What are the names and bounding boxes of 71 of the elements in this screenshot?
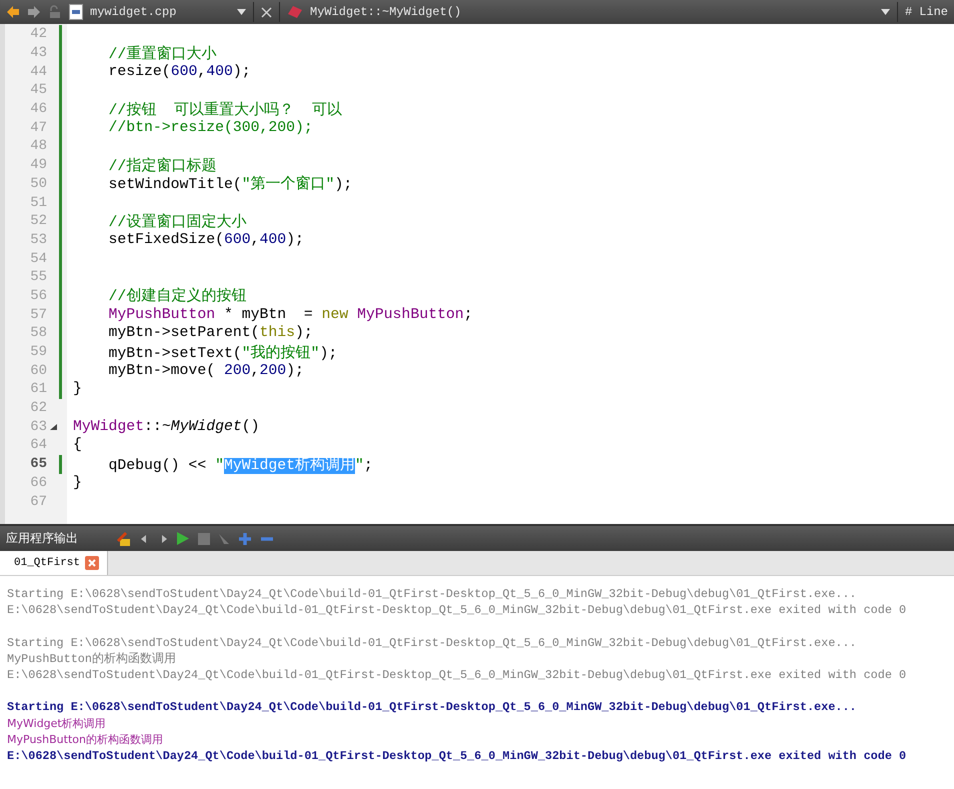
line-number: 52 <box>29 213 47 230</box>
lock-icon[interactable] <box>48 5 62 19</box>
close-icon[interactable] <box>85 556 100 570</box>
code-line: //指定窗口标题 <box>108 156 216 175</box>
line-number: 55 <box>29 269 47 286</box>
code-line: setFixedSize(600,400); <box>108 232 304 248</box>
output-line: E:\0628\sendToStudent\Day24_Qt\Code\build-01_QtFirst-Desktop_Qt_5_6_0_MinGW_32bit-Debug\debug\01_QtFirst.exe exited with code 0 <box>7 667 908 684</box>
line-number: 53 <box>29 232 47 248</box>
function-icon <box>287 5 303 19</box>
line-number: 47 <box>29 120 47 136</box>
line-number: 65 <box>29 456 47 472</box>
code-line: //创建自定义的按钮 <box>108 286 246 306</box>
output-tab[interactable]: 01_QtFirst <box>0 551 108 575</box>
output-line: E:\0628\sendToStudent\Day24_Qt\Code\build-01_QtFirst-Desktop_Qt_5_6_0_MinGW_32bit-Debug\debug\01_QtFirst.exe exited with code 0 <box>7 748 908 765</box>
plus-icon[interactable] <box>238 532 252 546</box>
output-line: Starting E:\0628\sendToStudent\Day24_Qt\Code\build-01_QtFirst-Desktop_Qt_5_6_0_MinGW_32bit-Debug\debug\01_QtFirst.exe... <box>7 699 858 716</box>
line-number: 60 <box>29 362 47 379</box>
broom-icon[interactable] <box>116 530 132 546</box>
line-number: 48 <box>29 138 47 154</box>
forward-arrow-icon[interactable] <box>27 5 41 19</box>
code-line: resize(600,400); <box>108 64 251 80</box>
code-line: //按钮 可以重置大小吗？ 可以 <box>108 100 342 119</box>
code-line: myBtn->setParent(this); <box>108 325 313 342</box>
output-line: Starting E:\0628\sendToStudent\Day24_Qt\Code\build-01_QtFirst-Desktop_Qt_5_6_0_MinGW_32bit-Debug\debug\01_QtFirst.exe... <box>7 634 858 651</box>
line-number: 59 <box>29 344 47 360</box>
pane-title: 应用程序输出 <box>6 530 79 547</box>
symbol-selector[interactable]: MyWidget::~MyWidget() <box>310 5 462 19</box>
run-icon[interactable] <box>176 531 190 546</box>
back-arrow-icon[interactable] <box>6 5 20 19</box>
line-number: 44 <box>29 64 47 80</box>
line-number: 46 <box>29 101 47 118</box>
line-number: 45 <box>29 82 47 98</box>
output-line: Starting E:\0628\sendToStudent\Day24_Qt\Code\build-01_QtFirst-Desktop_Qt_5_6_0_MinGW_32bit-Debug\debug\01_QtFirst.exe... <box>7 586 858 602</box>
code-line: //btn->resize(300,200); <box>108 120 313 136</box>
line-number: 42 <box>29 26 47 42</box>
line-number: 66 <box>29 474 47 491</box>
line-number: 51 <box>29 194 47 211</box>
line-number: 54 <box>29 250 47 267</box>
line-number: 56 <box>29 288 47 304</box>
code-line: MyWidget::~MyWidget() <box>72 418 260 435</box>
code-line: myBtn->move( 200,200); <box>108 362 304 379</box>
line-number: 64 <box>29 437 47 454</box>
code-line: } <box>72 381 82 398</box>
code-line: { <box>72 437 82 454</box>
code-line: myBtn->setText("我的按钮"); <box>108 344 338 362</box>
line-label: Line <box>919 5 948 19</box>
line-number: 67 <box>29 494 47 510</box>
output-line: MyPushButton的析构函数调用 <box>7 732 164 748</box>
line-number: 61 <box>29 381 47 398</box>
dropdown-caret-icon[interactable] <box>237 9 246 15</box>
line-number: 57 <box>29 306 47 323</box>
hash-label: # <box>904 5 912 19</box>
output-line: MyPushButton的析构函数调用 <box>7 650 177 668</box>
line-number: 62 <box>29 400 47 416</box>
file-selector[interactable]: mywidget.cpp <box>90 5 230 19</box>
cpp-file-icon <box>69 4 83 20</box>
output-line: MyWidget析构调用 <box>7 716 107 732</box>
fold-marker-icon[interactable] <box>50 424 56 430</box>
code-line: //重置窗口大小 <box>108 44 216 63</box>
code-line: setWindowTitle("第一个窗口"); <box>108 174 352 194</box>
dropdown-caret-icon[interactable] <box>880 9 890 15</box>
line-number: 50 <box>29 176 47 192</box>
close-icon[interactable] <box>261 6 272 18</box>
output-line: E:\0628\sendToStudent\Day24_Qt\Code\build-01_QtFirst-Desktop_Qt_5_6_0_MinGW_32bit-Debug\debug\01_QtFirst.exe exited with code 0 <box>7 602 908 619</box>
line-number: 63 <box>29 418 47 435</box>
line-number: 43 <box>29 45 47 62</box>
code-line: } <box>72 474 82 491</box>
line-number: 58 <box>29 325 47 342</box>
line-number: 49 <box>29 157 47 174</box>
code-line: //设置窗口固定大小 <box>108 212 246 231</box>
code-line: MyPushButton * myBtn = new MyPushButton; <box>108 306 473 323</box>
